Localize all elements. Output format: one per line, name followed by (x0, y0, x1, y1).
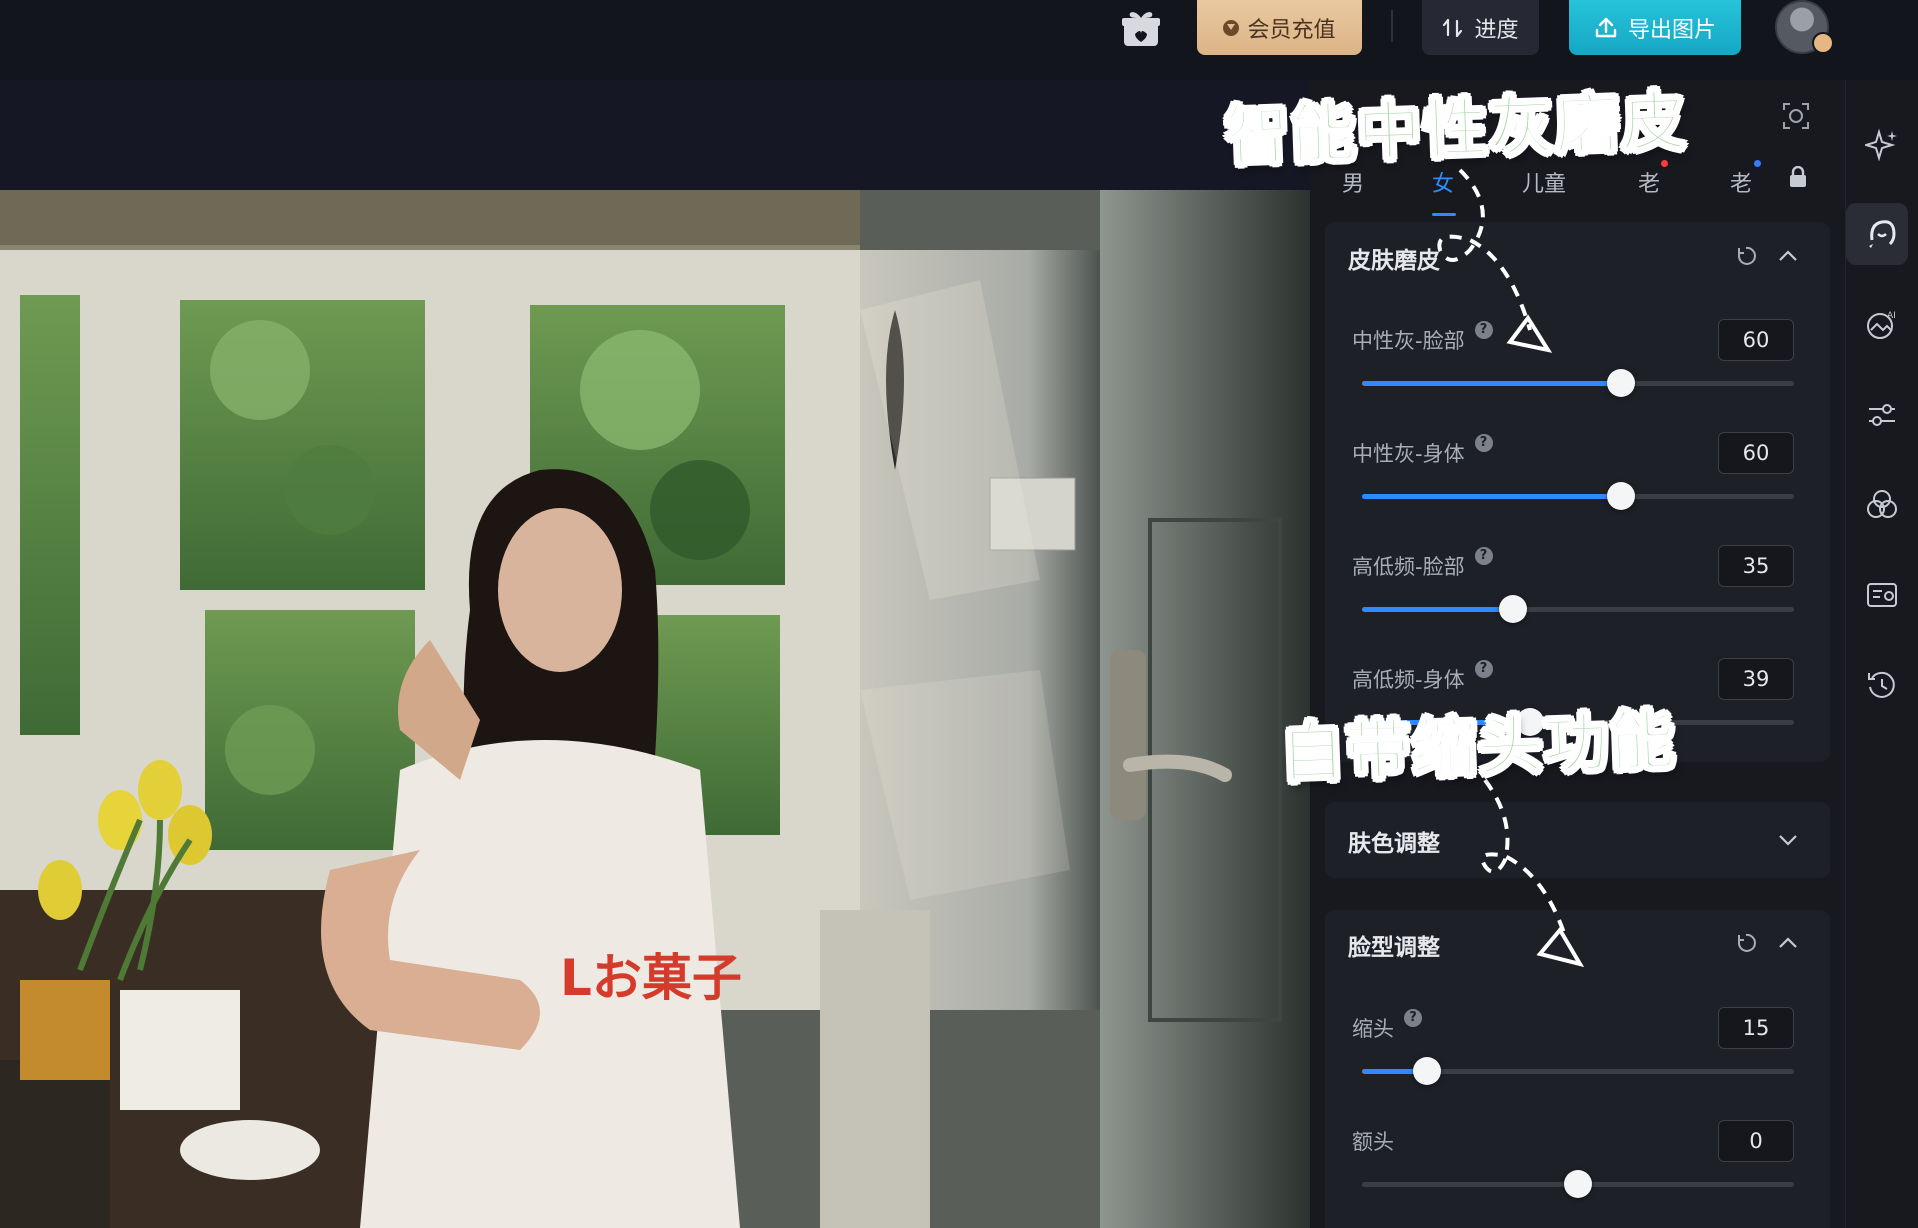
ai-image-icon[interactable]: AI (1845, 295, 1918, 355)
vip-badge-icon (1812, 32, 1834, 54)
reset-icon[interactable] (1735, 932, 1757, 954)
section-title-tone[interactable]: 肤色调整 (1348, 824, 1440, 858)
face-beauty-icon[interactable] (1845, 203, 1918, 265)
export-image-label: 导出图片 (1627, 17, 1716, 43)
slider-label: 高低频-身体? (1352, 660, 1493, 694)
tab-elder[interactable]: 老 (1638, 166, 1660, 198)
help-icon[interactable]: ? (1474, 547, 1493, 565)
slider-value-input[interactable]: 60 (1718, 432, 1794, 474)
help-icon[interactable]: ? (1474, 434, 1493, 452)
photo-image: Lお菓子 (0, 190, 1310, 1228)
upload-icon (1595, 17, 1617, 37)
slider-handle[interactable] (1564, 1170, 1592, 1198)
chevron-down-icon[interactable] (1777, 832, 1799, 848)
slider-handle[interactable] (1412, 1057, 1441, 1085)
vip-recharge-label: 会员充值 (1247, 17, 1336, 43)
slider-track[interactable] (1362, 1057, 1794, 1085)
tab-female[interactable]: 女 (1432, 166, 1454, 198)
slider-label: 额头 (1352, 1126, 1394, 1156)
help-icon[interactable]: ? (1474, 660, 1493, 678)
svg-text:AI: AI (1887, 311, 1896, 321)
vip-recharge-button[interactable]: 会员充值 (1197, 0, 1362, 55)
topbar-divider (1391, 10, 1393, 42)
slider-value-input[interactable]: 39 (1718, 658, 1794, 700)
slider-track[interactable] (1362, 1170, 1794, 1198)
slider-label-text: 中性灰-脸部 (1352, 329, 1465, 353)
slider-fill (1362, 607, 1514, 612)
adjust-sliders-icon[interactable] (1845, 385, 1918, 445)
slider-value-input[interactable]: 35 (1718, 545, 1794, 587)
slider-handle[interactable] (1607, 369, 1636, 397)
slider-fill (1362, 381, 1622, 386)
slider-label-text: 高低频-脸部 (1352, 555, 1465, 579)
help-icon[interactable]: ? (1474, 321, 1493, 339)
slider-label-text: 缩头 (1352, 1017, 1394, 1041)
section-title-face[interactable]: 脸型调整 (1348, 928, 1440, 962)
shirt-print: Lお菓子 (560, 949, 742, 1007)
ai-sparkle-icon[interactable] (1845, 115, 1918, 175)
slider-label: 高低频-脸部? (1352, 547, 1493, 581)
screenshot-icon[interactable] (1780, 100, 1812, 132)
slider-label-text: 额头 (1352, 1130, 1394, 1154)
template-card-icon[interactable] (1845, 565, 1918, 625)
slider-fill (1362, 494, 1622, 499)
tab-elder-locked[interactable]: 老 (1730, 166, 1752, 198)
help-icon[interactable]: ? (1404, 1009, 1422, 1027)
annotation-head-shrink: 自带缩头功能 (1278, 703, 1678, 793)
vip-icon (1223, 19, 1240, 36)
tab-child[interactable]: 儿童 (1522, 166, 1566, 198)
lock-icon (1790, 166, 1806, 187)
slider-value-input[interactable]: 0 (1718, 1120, 1794, 1162)
chevron-up-icon[interactable] (1777, 934, 1799, 950)
slider-value-input[interactable]: 60 (1718, 319, 1794, 361)
slider-label: 缩头? (1352, 1009, 1422, 1043)
section-title-skin[interactable]: 皮肤磨皮 (1348, 241, 1440, 275)
gift-icon[interactable] (1118, 6, 1164, 52)
slider-track[interactable] (1362, 595, 1794, 623)
active-tab-indicator (1432, 213, 1456, 216)
photo-canvas[interactable]: Lお菓子 (0, 190, 1310, 1228)
new-badge-blue (1754, 160, 1761, 167)
export-image-button[interactable]: 导出图片 (1569, 0, 1741, 55)
slider-handle[interactable] (1607, 482, 1636, 510)
slider-track[interactable] (1362, 369, 1794, 397)
slider-handle[interactable] (1499, 595, 1528, 623)
progress-button[interactable]: 进度 (1422, 0, 1539, 55)
slider-track[interactable] (1362, 482, 1794, 510)
color-mix-icon[interactable] (1845, 475, 1918, 535)
sort-arrows-icon (1443, 18, 1463, 37)
slider-label-text: 高低频-身体 (1352, 668, 1465, 692)
progress-label: 进度 (1474, 17, 1519, 43)
slider-label: 中性灰-身体? (1352, 434, 1493, 468)
slider-label: 中性灰-脸部? (1352, 321, 1493, 355)
history-icon[interactable] (1845, 655, 1918, 715)
slider-label-text: 中性灰-身体 (1352, 442, 1465, 466)
annotation-neutral-gray: 智能中性灰磨皮 (1223, 84, 1689, 176)
chevron-up-icon[interactable] (1777, 247, 1799, 263)
reset-icon[interactable] (1735, 245, 1757, 267)
slider-value-input[interactable]: 15 (1718, 1007, 1794, 1049)
